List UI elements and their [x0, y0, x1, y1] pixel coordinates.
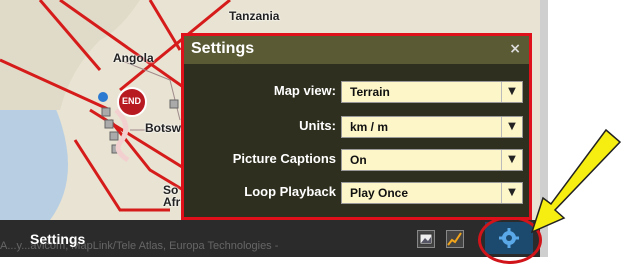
arrow-icon — [530, 128, 622, 234]
annotation-arrow — [530, 128, 622, 234]
